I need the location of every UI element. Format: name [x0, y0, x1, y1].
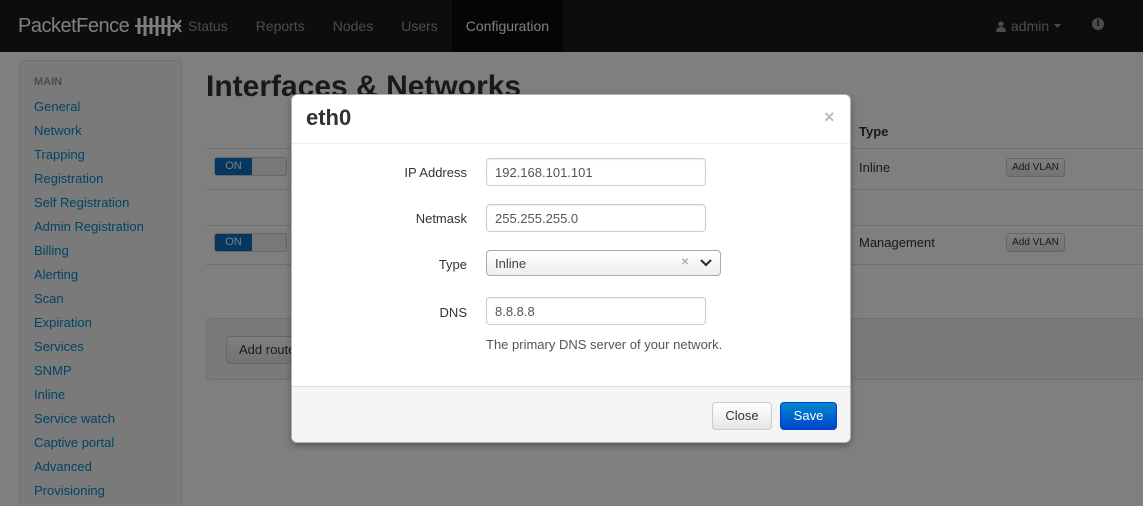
- close-button[interactable]: Close: [712, 402, 772, 430]
- netmask-label: Netmask: [415, 211, 467, 226]
- save-button[interactable]: Save: [780, 402, 837, 430]
- dns-help-text: The primary DNS server of your network.: [486, 337, 723, 352]
- chevron-down-icon: [700, 259, 712, 267]
- type-select-value: Inline: [495, 256, 527, 271]
- type-select[interactable]: Inline ×: [486, 250, 721, 276]
- clear-icon[interactable]: ×: [681, 253, 689, 269]
- modal-header: eth0 ×: [292, 95, 850, 144]
- ip-address-label: IP Address: [404, 165, 467, 180]
- ip-address-input[interactable]: [486, 158, 706, 186]
- dns-label: DNS: [439, 305, 467, 320]
- modal-footer: Close Save: [292, 386, 850, 442]
- netmask-input[interactable]: [486, 204, 706, 232]
- dns-input[interactable]: [486, 297, 706, 325]
- close-icon[interactable]: ×: [824, 107, 835, 128]
- type-label: Type: [438, 257, 467, 272]
- interface-edit-modal: eth0 × IP Address Netmask Type Inline × …: [291, 94, 851, 443]
- modal-title: eth0: [306, 105, 352, 130]
